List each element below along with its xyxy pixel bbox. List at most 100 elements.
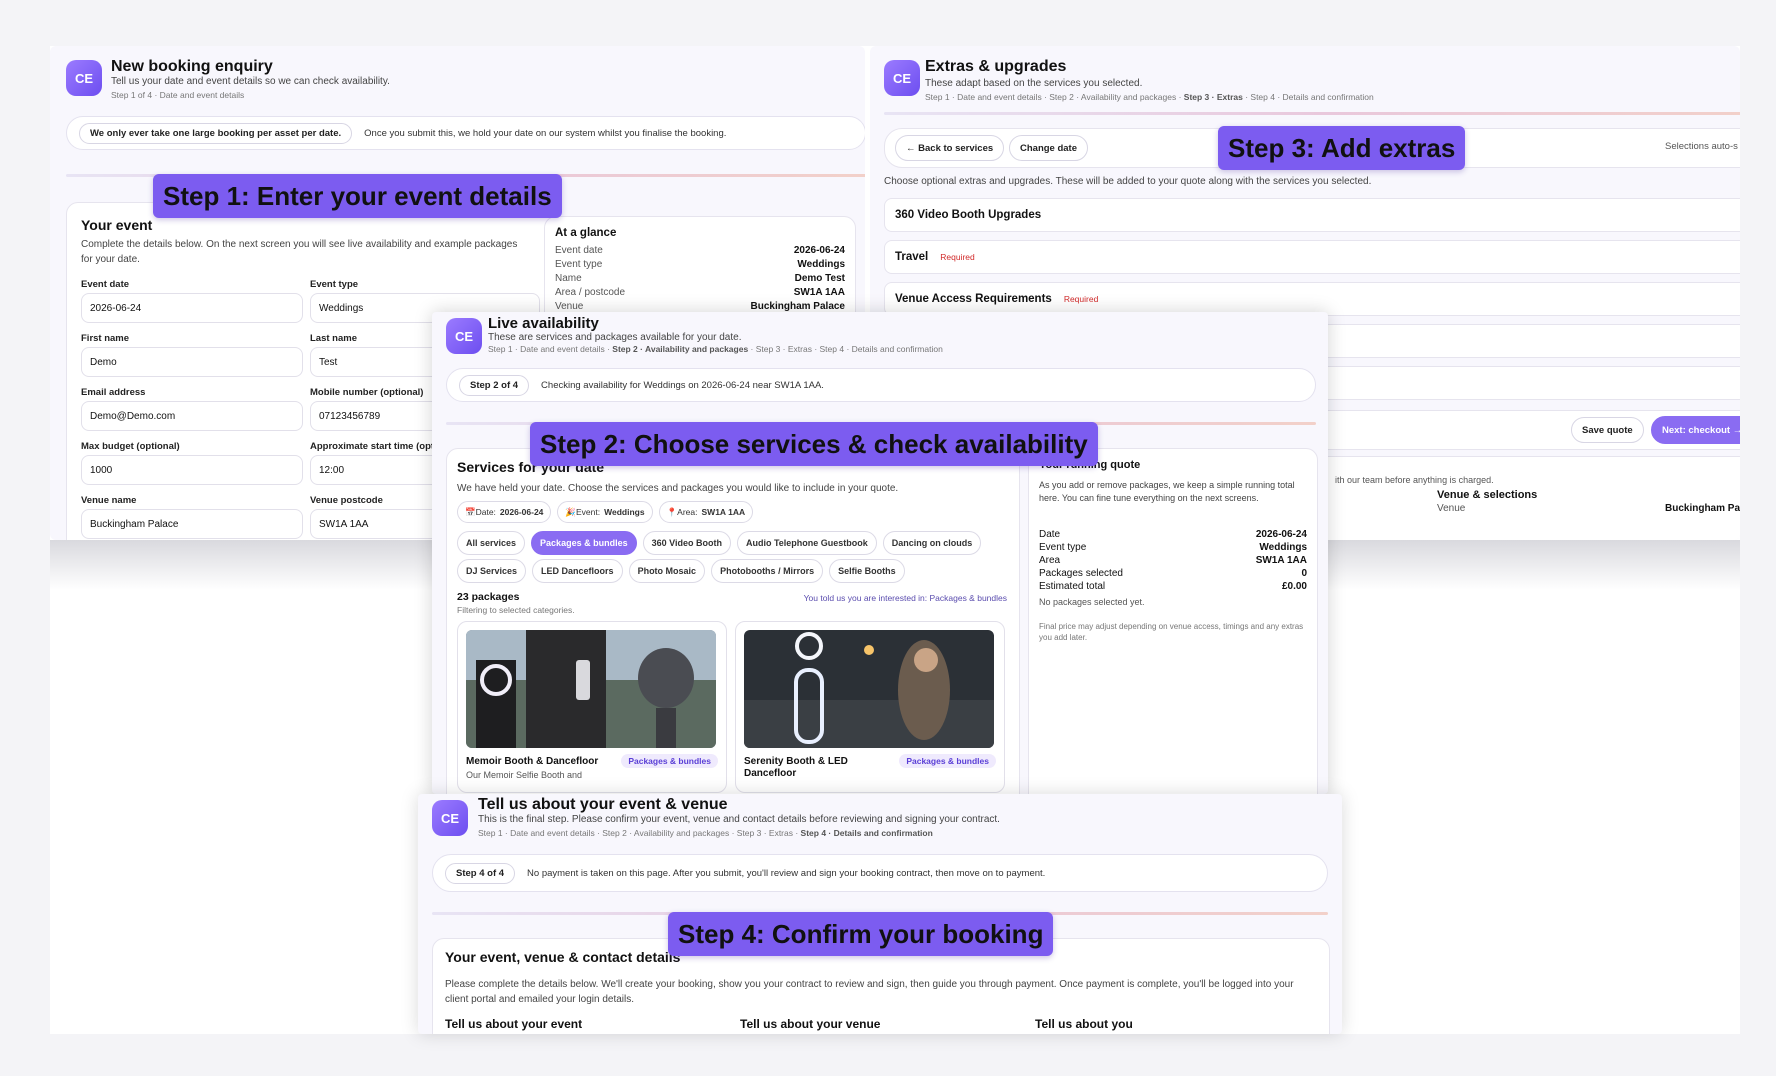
package-photo [466,630,716,748]
category-chip[interactable]: 360 Video Booth [642,531,731,555]
category-row-1: All services Packages & bundles 360 Vide… [457,531,987,555]
page-title: Tell us about your event & venue [478,796,728,813]
category-chip[interactable]: Photobooths / Mirrors [711,559,824,583]
glance-row: Area / postcode SW1A 1AA [555,287,845,298]
back-to-services-button[interactable]: ← Back to services [895,135,1005,161]
category-chip[interactable]: All services [457,531,526,555]
ce-logo: CE [432,800,468,836]
extra-row[interactable]: 360 Video Booth Upgrades [884,198,1740,232]
quote-text: As you add or remove packages, we keep a… [1039,480,1295,503]
venue-key: Venue [1437,503,1466,514]
no-packages-text: No packages selected yet. [1039,597,1145,607]
extra-row[interactable]: Travel Required [884,240,1740,274]
notice-bar: We only ever take one large booking per … [66,116,865,150]
category-chip[interactable]: Audio Telephone Guestbook [736,531,877,555]
event-chip: 🎉 Event: Weddings [557,501,653,523]
quote-row: Event type Weddings [1039,542,1307,553]
ce-logo: CE [884,60,920,96]
extras-intro: Choose optional extras and upgrades. The… [884,176,1372,187]
notice-text: Checking availability for Weddings on 20… [541,379,824,391]
venue-postcode-label: Venue postcode [310,495,383,506]
page-subtitle: This is the final step. Please confirm y… [478,814,1000,825]
quote-row: Date 2026-06-24 [1039,529,1307,540]
start-time-label: Approximate start time (opt [310,441,435,452]
email-input[interactable]: Demo@Demo.com [81,401,303,431]
autosave-text: Selections auto-s [1665,141,1738,152]
interest-note: You told us you are interested in: Packa… [803,593,1007,603]
package-photo [744,630,994,748]
step-indicator: Step 1 · Date and event details · Step 2… [488,344,943,354]
running-quote-card: Your running quote As you add or remove … [1028,448,1318,794]
category-chip[interactable]: Selfie Booths [829,559,905,583]
services-card: Services for your date We have held your… [446,448,1020,794]
step-indicator: Step 1 of 4 · Date and event details [111,90,245,100]
category-chip[interactable]: Dancing on clouds [882,531,982,555]
notice-pill: We only ever take one large booking per … [79,122,353,144]
glance-row: Name Demo Test [555,273,845,284]
change-date-button[interactable]: Change date [1009,135,1089,161]
category-row-2: DJ Services LED Dancefloors Photo Mosaic… [457,559,911,583]
step2-panel: CE Live availability These are services … [432,312,1328,794]
glance-row: Event type Weddings [555,259,845,270]
step2-banner: Step 2: Choose services & check availabi… [530,422,1098,466]
notice-text: No payment is taken on this page. After … [527,867,1046,879]
venue-section-heading: Tell us about your venue [740,1017,881,1031]
filter-note: Filtering to selected categories. [457,605,575,615]
step-indicator: Step 1 · Date and event details · Step 2… [925,92,1374,102]
venue-name-input[interactable]: Buckingham Palace [81,509,303,539]
contact-section-heading: Tell us about you [1035,1017,1133,1031]
party-icon: 🎉 [565,506,576,517]
first-name-label: First name [81,333,130,344]
team-text: ith our team before anything is charged. [1335,475,1494,485]
info-chips: 📅 Date: 2026-06-24 🎉 Event: Weddings 📍 Area: S… [457,501,759,523]
card-title: Your event, venue & contact details [445,949,681,965]
venue-value: Buckingham Pala [1665,503,1740,514]
date-chip: 📅 Date: 2026-06-24 [457,501,552,523]
calendar-icon: 📅 [465,506,476,517]
package-name: Serenity Booth & LED Dancefloor [744,756,848,779]
area-chip: 📍 Area: SW1A 1AA [658,501,754,523]
category-chip[interactable]: LED Dancefloors [532,559,623,583]
quote-footnote: Final price may adjust depending on venu… [1039,622,1304,642]
category-chip[interactable]: Photo Mosaic [628,559,706,583]
ce-logo: CE [66,60,102,96]
event-type-label: Event type [310,279,359,290]
required-tag: Required [940,252,975,262]
first-name-input[interactable]: Demo [81,347,303,377]
category-chip[interactable]: DJ Services [457,559,527,583]
package-tag: Packages & bundles [899,754,996,768]
package-card[interactable]: Serenity Booth & LED Dancefloor Packages… [735,621,1005,793]
card-title: Your event [81,217,153,233]
step4-panel: CE Tell us about your event & venue This… [418,794,1342,1034]
page-subtitle: These adapt based on the services you se… [925,78,1143,89]
category-chip-active[interactable]: Packages & bundles [531,531,637,555]
page-subtitle: Tell us your date and event details so w… [111,76,390,87]
page-subtitle: These are services and packages availabl… [488,332,742,343]
budget-input[interactable]: 1000 [81,455,303,485]
step-pill: Step 2 of 4 [459,374,530,396]
notice-text: Once you submit this, we hold your date … [364,127,727,139]
package-name: Memoir Booth & Dancefloor [466,756,599,767]
page-title: New booking enquiry [111,58,273,75]
event-date-input[interactable]: 2026-06-24 [81,293,303,323]
package-desc: Our Memoir Selfie Booth and [466,770,583,780]
next-checkout-button[interactable]: Next: checkout → [1651,416,1740,444]
card-text: Complete the details below. On the next … [81,239,518,265]
booth-photo-illustration [466,630,716,748]
ce-logo: CE [446,318,482,354]
extra-row[interactable]: Venue Access Requirements Required [884,282,1740,316]
package-tag: Packages & bundles [621,754,718,768]
email-label: Email address [81,387,146,398]
glance-title: At a glance [555,227,617,239]
progress-line [884,112,1740,115]
package-card[interactable]: Memoir Booth & Dancefloor Our Memoir Sel… [457,621,727,793]
notice-bar: Step 4 of 4 No payment is taken on this … [432,854,1328,892]
quote-row: Estimated total £0.00 [1039,581,1307,592]
venue-selections-title: Venue & selections [1437,489,1538,501]
save-quote-button[interactable]: Save quote [1571,417,1644,443]
booth-photo-illustration [744,630,994,748]
step-pill: Step 4 of 4 [445,862,516,884]
event-date-label: Event date [81,279,130,290]
page-title: Live availability [488,315,599,332]
venue-name-label: Venue name [81,495,137,506]
